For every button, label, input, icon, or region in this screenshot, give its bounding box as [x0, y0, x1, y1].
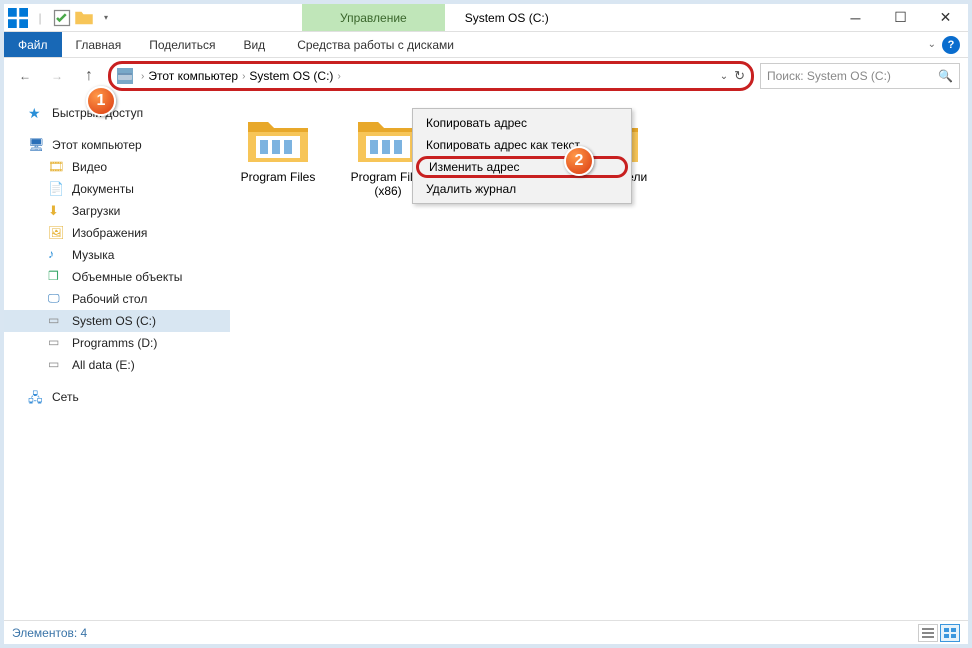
search-input[interactable]: Поиск: System OS (C:) 🔍 [760, 63, 960, 89]
maximize-button[interactable]: ☐ [878, 4, 923, 31]
video-icon: 🎞 [48, 159, 64, 175]
chevron-right-icon[interactable]: › [238, 71, 249, 82]
nav-label: Музыка [72, 248, 114, 262]
contextual-tab-label: Управление [302, 4, 445, 31]
address-dropdown-icon[interactable]: ⌄ [720, 71, 728, 82]
folder-icon [356, 114, 420, 166]
quick-access-toolbar: | ▾ [4, 4, 132, 31]
drive-icon: ▭ [48, 357, 64, 373]
properties-icon[interactable] [52, 8, 72, 28]
status-bar: Элементов: 4 [4, 620, 968, 644]
downloads-icon: ⬇ [48, 203, 64, 219]
nav-quick-access[interactable]: ★ Быстрый доступ [4, 102, 230, 124]
window-title: System OS (C:) [445, 4, 833, 31]
status-item-count: Элементов: 4 [12, 626, 87, 640]
address-row: ← → ↑ › Этот компьютер › System OS (C:) … [4, 58, 968, 94]
search-icon[interactable]: 🔍 [938, 69, 953, 83]
close-button[interactable]: ✕ [923, 4, 968, 31]
nav-label: Programms (D:) [72, 336, 157, 350]
star-icon: ★ [28, 105, 44, 121]
up-button[interactable]: ↑ [76, 63, 102, 89]
nav-desktop[interactable]: 🖵 Рабочий стол [4, 288, 230, 310]
nav-label: Объемные объекты [72, 270, 182, 284]
nav-drive-e[interactable]: ▭ All data (E:) [4, 354, 230, 376]
desktop-icon: 🖵 [48, 291, 64, 307]
tab-home[interactable]: Главная [62, 32, 136, 57]
music-icon: ♪ [48, 247, 64, 263]
nav-videos[interactable]: 🎞 Видео [4, 156, 230, 178]
back-button[interactable]: ← [12, 63, 38, 89]
pc-icon: 🖥 [28, 137, 44, 153]
folder-icon [246, 114, 310, 166]
callout-badge-1: 1 [86, 86, 116, 116]
ctx-copy-address-text[interactable]: Копировать адрес как текст [416, 134, 628, 156]
view-details-icon[interactable] [918, 624, 938, 642]
docs-icon: 📄 [48, 181, 64, 197]
folder-program-files[interactable]: Program Files [238, 114, 318, 198]
nav-label: Сеть [52, 390, 79, 404]
nav-network[interactable]: 🖧 Сеть [4, 386, 230, 408]
nav-label: Изображения [72, 226, 147, 240]
nav-label: System OS (C:) [72, 314, 156, 328]
tab-share[interactable]: Поделиться [135, 32, 229, 57]
tab-disk-tools[interactable]: Средства работы с дисками [279, 32, 472, 57]
breadcrumb-this-pc[interactable]: Этот компьютер [148, 69, 238, 83]
help-icon[interactable]: ? [942, 36, 960, 54]
cube-icon: ❒ [48, 269, 64, 285]
search-placeholder: Поиск: System OS (C:) [767, 69, 891, 83]
ribbon-tabs: Файл Главная Поделиться Вид Средства раб… [4, 32, 968, 58]
breadcrumb-drive[interactable]: System OS (C:) [249, 69, 333, 83]
nav-label: Загрузки [72, 204, 120, 218]
nav-documents[interactable]: 📄 Документы [4, 178, 230, 200]
ctx-edit-address[interactable]: Изменить адрес [416, 156, 628, 178]
address-bar[interactable]: › Этот компьютер › System OS (C:) › ⌄ ↻ [108, 61, 754, 91]
pictures-icon: 🖼 [48, 225, 64, 241]
ribbon-expand-icon[interactable]: ⌄ [928, 39, 936, 50]
nav-label: Этот компьютер [52, 138, 142, 152]
ctx-copy-address[interactable]: Копировать адрес [416, 112, 628, 134]
nav-this-pc[interactable]: 🖥 Этот компьютер [4, 134, 230, 156]
nav-drive-c[interactable]: ▭ System OS (C:) [4, 310, 230, 332]
chevron-right-icon[interactable]: › [333, 71, 344, 82]
nav-3d[interactable]: ❒ Объемные объекты [4, 266, 230, 288]
nav-music[interactable]: ♪ Музыка [4, 244, 230, 266]
callout-badge-2: 2 [564, 146, 594, 176]
view-large-icons-icon[interactable] [940, 624, 960, 642]
chevron-right-icon[interactable]: › [137, 71, 148, 82]
nav-pictures[interactable]: 🖼 Изображения [4, 222, 230, 244]
qat-sep: | [30, 8, 50, 28]
tab-view[interactable]: Вид [229, 32, 279, 57]
qat-dropdown-icon[interactable]: ▾ [96, 8, 116, 28]
nav-downloads[interactable]: ⬇ Загрузки [4, 200, 230, 222]
drive-icon: ▭ [48, 313, 64, 329]
nav-label: Рабочий стол [72, 292, 147, 306]
drive-icon: ▭ [48, 335, 64, 351]
nav-label: Видео [72, 160, 107, 174]
nav-label: Документы [72, 182, 134, 196]
folder-label: Program Files [241, 170, 316, 184]
minimize-button[interactable]: ─ [833, 4, 878, 31]
network-icon: 🖧 [28, 389, 44, 405]
file-tab[interactable]: Файл [4, 32, 62, 57]
folder-icon[interactable] [74, 8, 94, 28]
ctx-delete-history[interactable]: Удалить журнал [416, 178, 628, 200]
address-context-menu: Копировать адрес Копировать адрес как те… [412, 108, 632, 204]
nav-label: All data (E:) [72, 358, 135, 372]
title-bar: | ▾ Управление System OS (C:) ─ ☐ ✕ [4, 4, 968, 32]
nav-drive-d[interactable]: ▭ Programms (D:) [4, 332, 230, 354]
refresh-icon[interactable]: ↻ [734, 68, 745, 84]
forward-button[interactable]: → [44, 63, 70, 89]
explorer-icon [8, 8, 28, 28]
navigation-pane: ★ Быстрый доступ 🖥 Этот компьютер 🎞 Видео… [4, 94, 230, 620]
drive-icon [117, 68, 133, 84]
